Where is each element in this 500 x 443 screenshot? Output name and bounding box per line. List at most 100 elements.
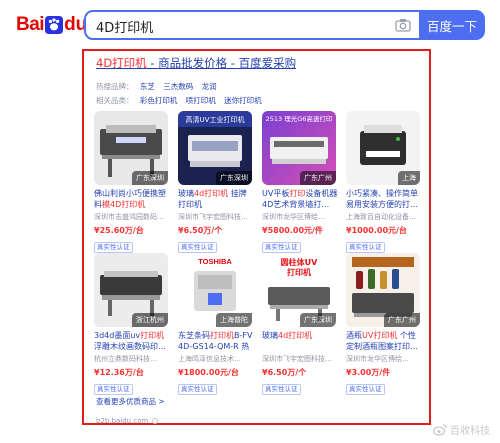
thumb-text: 圆柱体UV [281,257,318,267]
price: ¥6.50万/个 [178,226,223,235]
product-image[interactable]: 广东深圳 [94,111,168,185]
product-title-text: 玻璃 [178,189,194,198]
product-title[interactable]: 佛山利尚小巧便携塑料模4D打印机 [94,188,170,210]
search-button[interactable]: 百度一下 [419,10,485,40]
verified-badge: 真实性认证 [178,384,217,395]
company-name: 杭州立鼎数码科技… [94,355,157,363]
product-title-text: 酒瓶 [346,331,362,340]
hot-brand-link[interactable]: 东芝 [140,82,155,91]
product-title-keyword: 打印 [289,189,306,198]
verified-badge: 真实性认证 [94,242,133,253]
product-card[interactable]: 广东深圳 佛山利尚小巧便携塑料模4D打印机 深圳市志盛鸿园数码… ¥25.60万… [94,111,170,254]
company-name: 上海鸣泽信息技术… [178,355,241,363]
price: ¥1800.00元/台 [178,368,239,377]
product-title[interactable]: 东芝条码打印机B-FV4D-GS14-QM-R 热敏… [178,330,254,352]
product-card[interactable]: 上海 小巧紧凑、操作简单易用安装方便的打… 上海致百自动化设备… ¥1000.0… [346,111,422,254]
verified-badge: 真实性认证 [94,384,133,395]
price: ¥6.50万/个 [262,368,307,377]
product-title-keyword: 4d打印机 [278,331,313,340]
product-title[interactable]: UV平板打印设备机器4D艺术背景墙打… [262,188,338,210]
product-card[interactable]: 浙江杭州 3d4d墨面uv打印机浮雕木纹画数码印… 杭州立鼎数码科技… ¥12.… [94,253,170,396]
source-text: b2b.baidu.com [96,417,149,425]
location-tag: 浙江杭州 [132,313,168,327]
verified-badge: 真实性认证 [346,384,385,395]
price: ¥3.00万/件 [346,368,391,377]
product-card[interactable]: 高清UV工业打印机 广东深圳 玻璃4d打印机 挂牌打印机 深圳市飞宇宏图科技… … [178,111,254,254]
product-image[interactable]: 圆柱体UV 打印机 广东深圳 [262,253,336,327]
title-suffix: - 商品批发价格 - 百度爱采购 [146,56,297,70]
product-image[interactable]: 广东广州 [346,253,420,327]
thumb-caption: 高清UV工业打印机 [186,115,245,124]
product-title-keyword: 打印机 [210,331,234,340]
product-card[interactable]: 圆柱体UV 打印机 广东深圳 玻璃4d打印机 深圳市飞宇宏图科技… ¥6.50万… [262,253,338,396]
thumb-text: 打印机 [287,267,311,277]
product-image[interactable]: 上海 [346,111,420,185]
hot-brands-label: 热搜品牌： [96,82,134,91]
product-image[interactable]: TOSHIBA 上海普陀 [178,253,252,327]
title-keyword: 4D打印机 [96,56,147,70]
product-image[interactable]: 高清UV工业打印机 广东深圳 [178,111,252,185]
product-title[interactable]: 小巧紧凑、操作简单易用安装方便的打… [346,188,422,210]
company-name: 深圳市龙华区博绘… [262,213,325,221]
product-title[interactable]: 酒瓶UV打印机 个性定制酒瓶图案打印… [346,330,422,352]
related-link[interactable]: 彩色打印机 [140,96,178,105]
product-card[interactable]: TOSHIBA 上海普陀 东芝条码打印机B-FV4D-GS14-QM-R 热敏…… [178,253,254,396]
product-title-keyword: 打印机 [140,331,165,340]
thumb-caption: 2513 理光G6高速打印 [266,114,333,123]
search-input[interactable] [96,17,386,35]
verified-badge: 真实性认证 [178,242,217,253]
hot-brand-link[interactable]: 三杰数码 [163,82,193,91]
result-title-link[interactable]: 4D打印机 - 商品批发价格 - 百度爱采购 [96,55,296,71]
watermark: 百收科技 [433,422,490,437]
related-label: 相关品类： [96,96,134,105]
search-box [84,10,419,40]
product-title-text: 东芝条码 [178,331,210,340]
product-title[interactable]: 玻璃4d打印机 [262,330,338,352]
product-card[interactable]: 广东广州 酒瓶UV打印机 个性定制酒瓶图案打印… 深圳市龙华区博绘… ¥3.00… [346,253,422,396]
hot-brands-row: 热搜品牌： 东芝 三杰数码 龙润 [96,81,223,92]
product-title-text: 浮雕木纹画数码印… [94,342,166,351]
product-title-keyword: 4d打印机 [194,189,229,198]
source-domain: b2b.baidu.com [96,417,159,425]
hot-brand-link[interactable]: 龙润 [202,82,217,91]
related-link[interactable]: 喷打印机 [186,96,216,105]
verified-badge: 真实性认证 [262,242,301,253]
company-name: 深圳市飞宇宏图科技… [262,355,332,363]
related-categories-row: 相关品类： 彩色打印机 喷打印机 迷你打印机 [96,95,268,106]
product-image[interactable]: 浙江杭州 [94,253,168,327]
weibo-icon [433,423,447,436]
location-tag: 上海普陀 [216,313,252,327]
location-tag: 广东深圳 [216,171,252,185]
company-name: 深圳市志盛鸿园数码… [94,213,164,221]
price: ¥12.36万/台 [94,368,144,377]
product-card[interactable]: 2513 理光G6高速打印 广东广州 UV平板打印设备机器4D艺术背景墙打… 深… [262,111,338,254]
product-title[interactable]: 玻璃4d打印机 挂牌打印机 [178,188,254,210]
logo-bai: Bai [16,14,45,35]
b2b-result-card: 4D打印机 - 商品批发价格 - 百度爱采购 热搜品牌： 东芝 三杰数码 龙润 … [82,49,431,425]
verified-badge: 真实性认证 [262,384,301,395]
company-name: 深圳市龙华区博绘… [346,355,409,363]
header: Bai du 百度 百度一下 [0,0,500,50]
location-tag: 广东深圳 [300,313,336,327]
info-dot-icon[interactable] [152,418,159,424]
company-name: 深圳市飞宇宏图科技… [178,213,248,221]
product-image[interactable]: 2513 理光G6高速打印 广东广州 [262,111,336,185]
company-name: 上海致百自动化设备… [346,213,416,221]
price: ¥5800.00元/件 [262,226,323,235]
price: ¥25.60万/台 [94,226,144,235]
verified-badge: 真实性认证 [346,242,385,253]
product-title-text: 玻璃 [262,331,278,340]
related-link[interactable]: 迷你打印机 [224,96,262,105]
paw-icon [45,16,64,34]
product-title-text: UV平板 [262,189,290,198]
price: ¥1000.00元/台 [346,226,407,235]
location-tag: 广东深圳 [132,171,168,185]
product-title-keyword: 模4D打印机 [102,200,146,209]
location-tag: 广东广州 [300,171,336,185]
product-title-keyword: UV打印机 [362,331,398,340]
watermark-text: 百收科技 [450,426,490,437]
product-title[interactable]: 3d4d墨面uv打印机浮雕木纹画数码印… [94,330,170,352]
camera-icon[interactable] [395,18,411,32]
view-more-link[interactable]: 查看更多优质商品 > [96,396,165,407]
thumb-brand: TOSHIBA [198,257,232,266]
